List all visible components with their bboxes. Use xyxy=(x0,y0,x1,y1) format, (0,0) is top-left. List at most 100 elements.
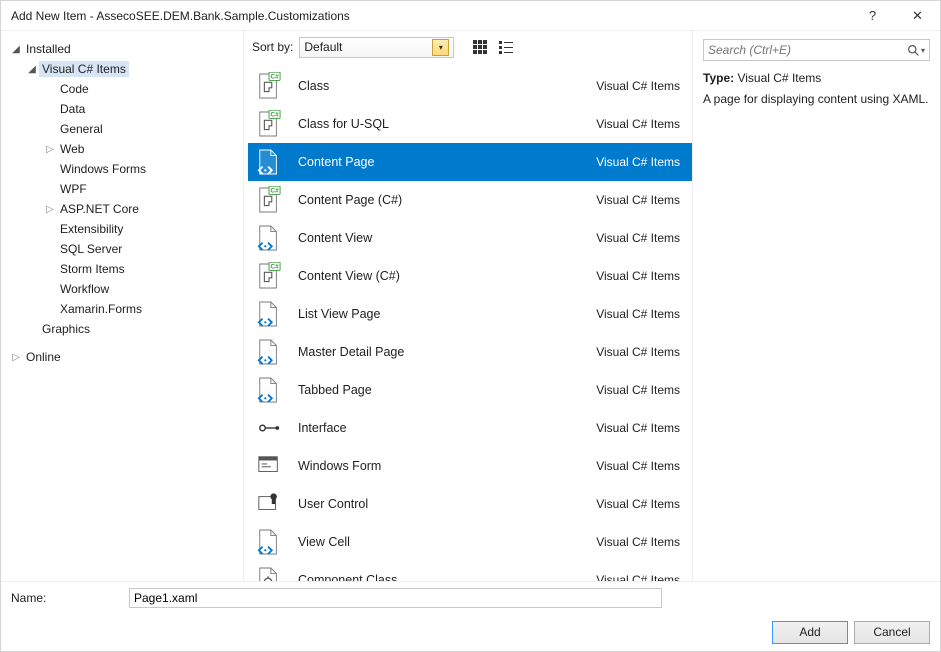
tree-installed[interactable]: ◢ Installed xyxy=(7,39,237,59)
tree-label: Xamarin.Forms xyxy=(57,301,145,317)
name-input[interactable] xyxy=(129,588,662,608)
tree-label: ASP.NET Core xyxy=(57,201,142,217)
template-item[interactable]: Master Detail PageVisual C# Items xyxy=(248,333,692,371)
template-category: Visual C# Items xyxy=(596,307,680,321)
grid-icon xyxy=(472,39,488,55)
template-list-scroll[interactable]: ClassVisual C# ItemsClass for U-SQLVisua… xyxy=(244,63,692,581)
tree-item[interactable]: SQL Server xyxy=(7,239,237,259)
view-small-icons-button[interactable] xyxy=(496,37,516,57)
tree-item[interactable]: Workflow xyxy=(7,279,237,299)
tree-item[interactable]: WPF xyxy=(7,179,237,199)
details-pane: ▾ Type: Visual C# Items A page for displ… xyxy=(692,31,940,581)
spacer-icon xyxy=(43,222,57,236)
template-item[interactable]: User ControlVisual C# Items xyxy=(248,485,692,523)
view-medium-icons-button[interactable] xyxy=(470,37,490,57)
template-item[interactable]: Tabbed PageVisual C# Items xyxy=(248,371,692,409)
tree-label: General xyxy=(57,121,106,137)
template-name: List View Page xyxy=(298,307,596,321)
list-icon xyxy=(498,39,514,55)
collapse-icon: ◢ xyxy=(9,42,23,56)
tree-label: Code xyxy=(57,81,92,97)
template-item[interactable]: Content View (C#)Visual C# Items xyxy=(248,257,692,295)
template-item[interactable]: Content ViewVisual C# Items xyxy=(248,219,692,257)
xaml-doc-icon xyxy=(256,225,282,251)
chevron-down-icon: ▾ xyxy=(432,39,449,56)
cs-class-icon xyxy=(256,111,282,137)
template-item[interactable]: List View PageVisual C# Items xyxy=(248,295,692,333)
sort-by-value: Default xyxy=(304,40,342,54)
spacer-icon xyxy=(43,302,57,316)
template-category: Visual C# Items xyxy=(596,231,680,245)
template-name: Tabbed Page xyxy=(298,383,596,397)
window-title: Add New Item - AssecoSEE.DEM.Bank.Sample… xyxy=(11,9,850,23)
template-item[interactable]: Class for U-SQLVisual C# Items xyxy=(248,105,692,143)
template-type: Type: Visual C# Items xyxy=(703,71,930,85)
tree-item[interactable]: Extensibility xyxy=(7,219,237,239)
template-item[interactable]: View CellVisual C# Items xyxy=(248,523,692,561)
category-tree: ◢ Installed ◢ Visual C# Items Code Data Ge… xyxy=(1,31,244,581)
tree-item[interactable]: Storm Items xyxy=(7,259,237,279)
tree-label: Extensibility xyxy=(57,221,126,237)
tree-item[interactable]: Data xyxy=(7,99,237,119)
type-label: Type: xyxy=(703,71,734,85)
template-item[interactable]: InterfaceVisual C# Items xyxy=(248,409,692,447)
search-icon[interactable]: ▾ xyxy=(907,44,925,57)
cancel-button[interactable]: Cancel xyxy=(854,621,930,644)
spacer-icon xyxy=(25,322,39,336)
winform-icon xyxy=(256,453,282,479)
xaml-doc-icon xyxy=(256,529,282,555)
template-category: Visual C# Items xyxy=(596,155,680,169)
tree-label: Installed xyxy=(23,41,74,57)
add-button[interactable]: Add xyxy=(772,621,848,644)
template-name: Content View (C#) xyxy=(298,269,596,283)
search-input[interactable] xyxy=(708,43,907,57)
help-button[interactable]: ? xyxy=(850,2,895,30)
template-category: Visual C# Items xyxy=(596,535,680,549)
spacer-icon xyxy=(43,122,57,136)
template-name: View Cell xyxy=(298,535,596,549)
tree-label: Data xyxy=(57,101,88,117)
tree-visual-csharp-items[interactable]: ◢ Visual C# Items xyxy=(7,59,237,79)
template-category: Visual C# Items xyxy=(596,345,680,359)
tree-item[interactable]: Windows Forms xyxy=(7,159,237,179)
cs-class-icon xyxy=(256,263,282,289)
template-category: Visual C# Items xyxy=(596,383,680,397)
spacer-icon xyxy=(43,182,57,196)
template-category: Visual C# Items xyxy=(596,117,680,131)
spacer-icon xyxy=(43,82,57,96)
template-name: Windows Form xyxy=(298,459,596,473)
template-name: Component Class xyxy=(298,573,596,581)
interface-icon xyxy=(256,415,282,441)
tree-graphics[interactable]: Graphics xyxy=(7,319,237,339)
template-category: Visual C# Items xyxy=(596,459,680,473)
sort-by-label: Sort by: xyxy=(252,40,293,54)
tree-item[interactable]: Xamarin.Forms xyxy=(7,299,237,319)
template-item[interactable]: Content Page (C#)Visual C# Items xyxy=(248,181,692,219)
close-button[interactable]: ✕ xyxy=(895,2,940,30)
template-name: User Control xyxy=(298,497,596,511)
collapse-icon: ◢ xyxy=(25,62,39,76)
expand-icon: ▷ xyxy=(43,142,57,156)
tree-online[interactable]: ▷ Online xyxy=(7,347,237,367)
template-item[interactable]: ClassVisual C# Items xyxy=(248,67,692,105)
name-label: Name: xyxy=(11,591,129,605)
spacer-icon xyxy=(43,282,57,296)
template-item[interactable]: Windows FormVisual C# Items xyxy=(248,447,692,485)
template-name: Content Page xyxy=(298,155,596,169)
type-value: Visual C# Items xyxy=(737,71,821,85)
template-item[interactable]: Component ClassVisual C# Items xyxy=(248,561,692,581)
spacer-icon xyxy=(43,162,57,176)
xaml-doc-icon xyxy=(256,301,282,327)
tree-item[interactable]: General xyxy=(7,119,237,139)
xaml-doc-icon xyxy=(256,377,282,403)
tree-label: Windows Forms xyxy=(57,161,149,177)
template-name: Interface xyxy=(298,421,596,435)
tree-item[interactable]: ▷ASP.NET Core xyxy=(7,199,237,219)
sort-by-dropdown[interactable]: Default ▾ xyxy=(299,37,454,58)
tree-item[interactable]: Code xyxy=(7,79,237,99)
search-box[interactable]: ▾ xyxy=(703,39,930,61)
template-item[interactable]: Content PageVisual C# Items xyxy=(248,143,692,181)
tree-label: Graphics xyxy=(39,321,93,337)
tree-label: Web xyxy=(57,141,87,157)
tree-item[interactable]: ▷Web xyxy=(7,139,237,159)
